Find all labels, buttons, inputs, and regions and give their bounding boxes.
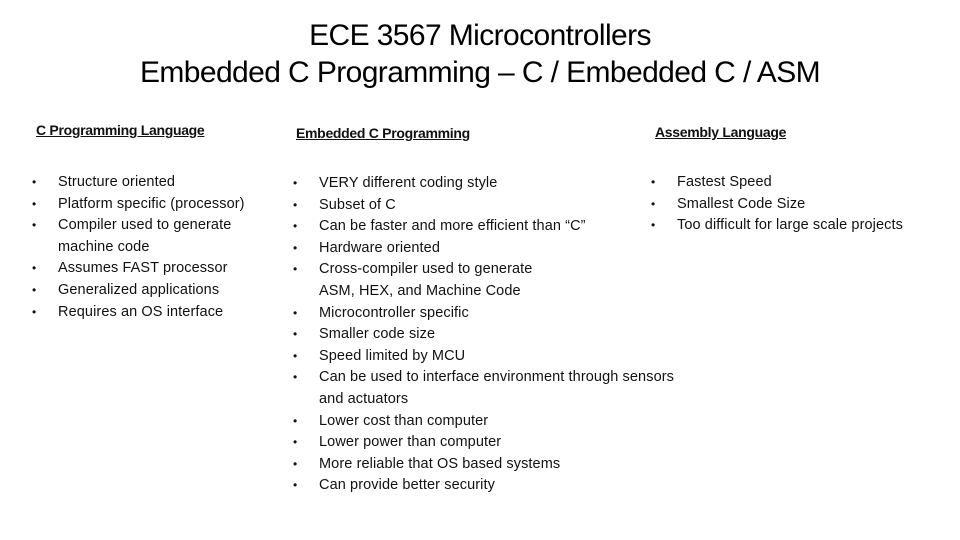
list-item-text: Structure oriented	[58, 174, 176, 190]
list-item-text: Speed limited by MCU	[319, 347, 466, 364]
list-item-text: Hardware oriented	[319, 239, 440, 256]
list-item-text: ASM, HEX, and Machine Code	[319, 282, 521, 299]
list-item-continuation: ASM, HEX, and Machine Code	[291, 281, 674, 303]
list-item: • Structure oriented	[30, 172, 245, 194]
bullet-icon: •	[32, 218, 37, 233]
list-item-text: Platform specific (processor)	[58, 195, 245, 212]
list-item: • VERY different coding style	[291, 173, 674, 195]
list-item: • Microcontroller specific	[291, 303, 674, 325]
bullet-icon: •	[32, 304, 37, 319]
list-item: • Can be used to interface environment th…	[291, 367, 674, 389]
list-item: • Lower cost than computer	[291, 411, 674, 433]
list-item-text: and actuators	[319, 390, 409, 407]
column-heading: C Programming Language	[36, 122, 205, 138]
list-item: • More reliable that OS based systems	[291, 454, 674, 476]
list-item-continuation: and actuators	[291, 389, 674, 411]
bullet-icon: •	[293, 197, 298, 212]
list-item-text: Fastest Speed	[677, 174, 772, 190]
bullet-icon: •	[293, 176, 298, 190]
list-item: • Assumes FAST processor	[30, 258, 245, 280]
list-item: • Smallest Code Size	[649, 194, 903, 216]
list-item: • Smaller code size	[291, 324, 674, 346]
bullet-icon: •	[293, 413, 298, 428]
slide-title-line-2: Embedded C Programming – C / Embedded C …	[140, 56, 821, 89]
column-heading: Embedded C Programming	[296, 125, 470, 141]
list-item-text: Too difficult for large scale projects	[677, 217, 903, 234]
bullet-list: • VERY different coding style • Subset of C…	[291, 173, 674, 497]
column-assembly: Assembly Language • Fastest Speed • Smalles…	[651, 124, 909, 237]
list-item: • Requires an OS interface	[30, 302, 245, 324]
list-item-text: Cross-compiler used to generate	[319, 261, 533, 278]
list-item-text: More reliable that OS based systems	[319, 455, 561, 472]
list-item: • Can provide better security	[291, 475, 674, 497]
list-item: • Speed limited by MCU	[291, 346, 674, 368]
list-item-text: Smallest Code Size	[677, 195, 806, 212]
list-item: • Compiler used to generate	[30, 215, 245, 237]
list-item-text: VERY different coding style	[319, 175, 498, 191]
column-c-programming: C Programming Language • Structure orient…	[32, 122, 251, 323]
bullet-icon: •	[293, 219, 298, 234]
list-item: • Platform specific (processor)	[30, 194, 245, 216]
list-item-text: Microcontroller specific	[319, 304, 469, 321]
bullet-icon: •	[293, 327, 298, 342]
list-item-text: Can provide better security	[319, 477, 495, 494]
bullet-icon: •	[293, 240, 298, 255]
list-item-continuation: machine code	[30, 237, 245, 259]
list-item-text: Requires an OS interface	[58, 303, 224, 320]
bullet-list: • Fastest Speed • Smallest Code Size • Too di…	[649, 172, 903, 237]
bullet-icon: •	[293, 435, 298, 450]
bullet-list: • Structure oriented • Platform specific (p…	[30, 172, 245, 323]
bullet-icon: •	[651, 218, 656, 233]
column-embedded-c: Embedded C Programming • VERY different c…	[293, 125, 679, 497]
bullet-icon: •	[32, 175, 37, 189]
list-item: • Fastest Speed	[649, 172, 903, 194]
list-item-text: Can be faster and more efficient than “C…	[319, 218, 586, 235]
list-item-text: Subset of C	[319, 196, 396, 213]
bullet-icon: •	[651, 175, 656, 189]
bullet-icon: •	[293, 348, 298, 363]
list-item: • Lower power than computer	[291, 432, 674, 454]
list-item: • Too difficult for large scale projects	[649, 215, 903, 237]
column-heading: Assembly Language	[655, 124, 787, 140]
bullet-icon: •	[651, 196, 656, 211]
list-item-text: machine code	[58, 238, 150, 255]
bullet-icon: •	[32, 196, 37, 211]
list-item: • Subset of C	[291, 195, 674, 217]
list-item: • Generalized applications	[30, 280, 245, 302]
bullet-icon: •	[293, 456, 298, 471]
bullet-icon: •	[32, 282, 37, 297]
slide-title-line-1: ECE 3567 Microcontrollers	[309, 19, 651, 52]
bullet-icon: •	[293, 478, 298, 493]
list-item: • Cross-compiler used to generate	[291, 259, 674, 281]
bullet-icon: •	[293, 370, 298, 385]
list-item-text: Lower power than computer	[319, 434, 502, 451]
list-item: • Hardware oriented	[291, 238, 674, 260]
list-item-text: Lower cost than computer	[319, 412, 489, 429]
bullet-icon: •	[32, 261, 37, 276]
list-item-text: Can be used to interface environment thr…	[319, 369, 675, 386]
list-item-text: Generalized applications	[58, 281, 220, 298]
list-item: • Can be faster and more efficient than “…	[291, 216, 674, 238]
bullet-icon: •	[293, 305, 298, 320]
list-item-text: Compiler used to generate	[58, 217, 232, 234]
bullet-icon: •	[293, 262, 298, 277]
list-item-text: Smaller code size	[319, 326, 436, 343]
list-item-text: Assumes FAST processor	[58, 260, 228, 277]
